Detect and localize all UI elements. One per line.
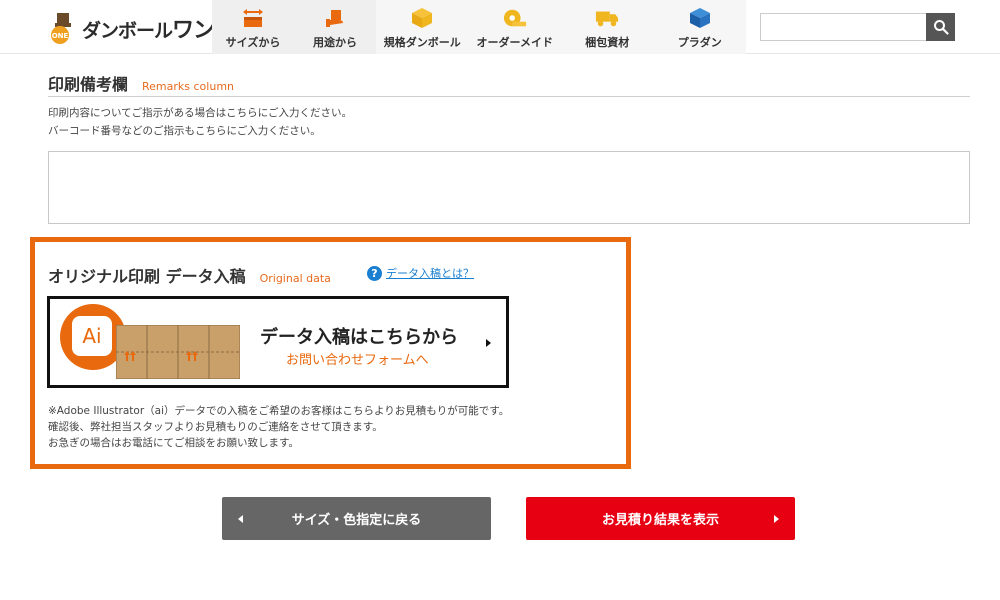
remarks-title-en: Remarks column: [142, 80, 235, 93]
primary-nav: サイズから 用途から: [212, 0, 376, 54]
logo-one-icon: ONE: [46, 11, 80, 45]
standard-box-icon: [410, 6, 434, 30]
search-input[interactable]: [761, 14, 927, 40]
cardboard-box-icon: [116, 325, 240, 379]
search-button[interactable]: [926, 13, 955, 41]
ai-label: Ai: [72, 316, 112, 356]
logo-text-suffix: ワン: [172, 18, 215, 43]
size-arrows-icon: [241, 6, 265, 30]
tape-measure-icon: [503, 6, 527, 30]
back-to-size-button[interactable]: サイズ・色指定に戻る: [222, 497, 491, 540]
chevron-right-icon: [486, 339, 491, 347]
show-estimate-button[interactable]: お見積り結果を表示: [526, 497, 795, 540]
secondary-nav: 規格ダンボール オーダーメイド 梱包資材 プラダン: [376, 0, 746, 54]
nav-item-order-made[interactable]: オーダーメイド: [469, 0, 562, 54]
original-data-title: オリジナル印刷 データ入稿: [48, 267, 246, 286]
back-button-label: サイズ・色指定に戻る: [291, 513, 422, 528]
nav-item-usage[interactable]: 用途から: [294, 0, 376, 54]
remarks-note-2: バーコード番号などのご指示もこちらにご入力ください。: [48, 125, 321, 137]
nav-label-usage: 用途から: [313, 36, 357, 49]
logo-text-prefix: ダンボール: [82, 20, 173, 42]
truck-icon: [595, 6, 619, 30]
original-data-heading: オリジナル印刷 データ入稿 Original data: [48, 263, 331, 287]
nav-item-standard-box[interactable]: 規格ダンボール: [376, 0, 469, 54]
nav-item-size[interactable]: サイズから: [212, 0, 294, 54]
banner-main-text: データ入稿はこちらから: [260, 327, 458, 348]
logo-badge-text: ONE: [52, 32, 69, 40]
chevron-right-icon: [774, 515, 779, 523]
result-button-label: お見積り結果を表示: [601, 513, 719, 528]
nav-label-size: サイズから: [225, 36, 281, 49]
usage-hand-icon: [323, 6, 347, 30]
search-icon: [933, 20, 949, 35]
help-icon: ?: [367, 265, 382, 281]
site-logo[interactable]: ONE ダンボールワン: [46, 10, 215, 46]
logo-text: ダンボールワン: [82, 12, 215, 44]
help-link-text: データ入稿とは？: [386, 267, 474, 280]
remarks-title: 印刷備考欄: [48, 75, 129, 94]
chevron-left-icon: [238, 515, 243, 523]
remarks-note-1: 印刷内容についてご指示がある場合はこちらにご入力ください。: [48, 107, 352, 119]
data-submission-help-link[interactable]: ? データ入稿とは？: [367, 265, 474, 281]
search-box: [760, 13, 955, 41]
site-header: ONE ダンボールワン サイズから 用途から 規格ダンボール オーダーメイド 梱…: [0, 0, 1000, 54]
remarks-textarea[interactable]: [48, 151, 970, 224]
nav-label-standard-box: 規格ダンボール: [383, 36, 461, 49]
nav-label-order-made: オーダーメイド: [476, 36, 554, 49]
remarks-heading: 印刷備考欄 Remarks column: [48, 71, 234, 95]
original-data-note-3: お急ぎの場合はお電話にてご相談をお願い致します。: [48, 437, 299, 449]
data-submission-banner[interactable]: Ai データ入稿はこちらから お問い合わせフォームへ: [47, 296, 509, 388]
nav-label-pladan: プラダン: [677, 36, 722, 49]
nav-label-packing: 梱包資材: [585, 36, 630, 49]
remarks-divider: [48, 96, 970, 97]
banner-sub-text: お問い合わせフォームへ: [286, 353, 429, 368]
nav-item-pladan[interactable]: プラダン: [654, 0, 747, 54]
original-data-note-1: ※Adobe Illustrator（ai）データでの入稿をご希望のお客様はこち…: [48, 405, 510, 417]
original-data-note-2: 確認後、弊社担当スタッフよりお見積もりのご連絡をさせて頂きます。: [48, 421, 383, 433]
nav-item-packing[interactable]: 梱包資材: [561, 0, 654, 54]
cube-icon: [688, 6, 712, 30]
original-data-title-en: Original data: [259, 272, 331, 285]
